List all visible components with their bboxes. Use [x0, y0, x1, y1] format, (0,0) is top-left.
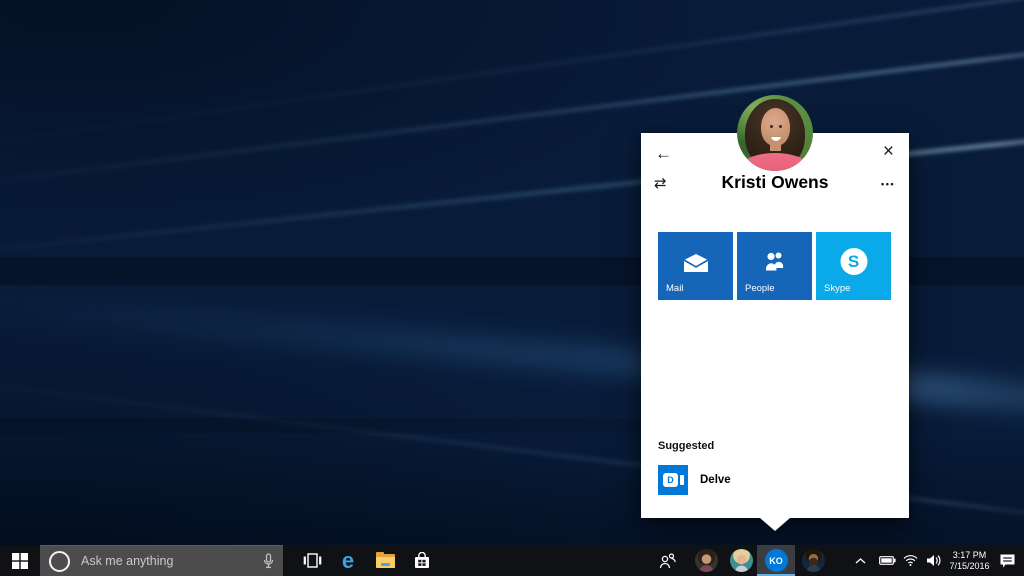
light-beam — [0, 0, 1024, 153]
suggested-header: Suggested — [658, 440, 714, 452]
my-people-flyout: ← × Kristi Owens ⇄ ••• Mail People S Sky… — [641, 133, 909, 518]
time: 3:17 PM — [953, 550, 987, 561]
tile-label: People — [745, 283, 775, 294]
wifi-icon — [903, 555, 918, 566]
file-explorer-icon — [376, 554, 395, 568]
suggested-app-row[interactable]: D Delve — [658, 465, 731, 495]
people-silhouettes-icon — [763, 250, 787, 274]
contact-avatar — [695, 549, 718, 572]
pinned-contact-2[interactable] — [725, 545, 757, 576]
people-tile[interactable]: People — [737, 232, 812, 300]
contact-photo — [737, 95, 813, 171]
task-view-icon — [303, 553, 322, 568]
taskbar: e KO — [0, 545, 1024, 576]
action-center-icon — [999, 553, 1016, 569]
windows-logo-icon — [12, 553, 28, 569]
people-bar-icon — [658, 552, 678, 570]
microphone-icon[interactable] — [263, 553, 274, 569]
delve-icon-accent — [680, 475, 684, 485]
avatar-eye — [770, 125, 773, 128]
action-center-button[interactable] — [992, 545, 1022, 576]
start-button[interactable] — [0, 545, 40, 576]
contact-initials: KO — [769, 556, 783, 566]
delve-icon: D — [658, 465, 688, 495]
folder-slot — [381, 563, 390, 566]
delve-letter: D — [663, 473, 678, 487]
show-hidden-icons-button[interactable] — [848, 545, 872, 576]
flyout-pointer — [760, 518, 790, 531]
contact-initials-badge: KO — [765, 549, 788, 572]
store-button[interactable] — [404, 545, 440, 576]
my-people-button[interactable] — [650, 545, 686, 576]
avatar-eye — [779, 125, 782, 128]
pinned-contact-kristi-owens-active[interactable]: KO — [757, 545, 795, 576]
task-view-button[interactable] — [294, 545, 330, 576]
mail-tile[interactable]: Mail — [658, 232, 733, 300]
mail-envelope-icon — [683, 253, 709, 273]
network-tray-button[interactable] — [898, 545, 922, 576]
cortana-icon — [49, 551, 70, 572]
app-tiles: Mail People S Skype — [658, 232, 891, 300]
contact-name: Kristi Owens — [641, 172, 909, 193]
chevron-up-icon — [855, 558, 866, 564]
pinned-contact-3[interactable] — [797, 545, 829, 576]
tile-label: Skype — [824, 283, 850, 294]
contact-avatar — [730, 549, 753, 572]
volume-tray-button[interactable] — [920, 545, 947, 576]
store-bag-icon — [413, 552, 431, 569]
switch-contact-icon[interactable]: ⇄ — [654, 176, 667, 191]
skype-icon: S — [840, 248, 867, 275]
date: 7/15/2016 — [949, 561, 989, 572]
more-options-icon[interactable]: ••• — [881, 180, 895, 189]
edge-icon: e — [342, 548, 354, 574]
skype-tile[interactable]: S Skype — [816, 232, 891, 300]
contact-avatar — [802, 549, 825, 572]
clock[interactable]: 3:17 PM 7/15/2016 — [947, 545, 992, 576]
skype-letter: S — [848, 252, 859, 272]
file-explorer-button[interactable] — [366, 545, 404, 576]
battery-icon — [879, 556, 896, 565]
close-icon[interactable]: × — [883, 142, 894, 161]
speaker-icon — [926, 554, 942, 567]
pinned-contact-1[interactable] — [690, 545, 722, 576]
search-input[interactable] — [79, 553, 263, 569]
cortana-search-box[interactable] — [40, 545, 283, 576]
battery-tray-button[interactable] — [874, 545, 900, 576]
back-icon[interactable]: ← — [655, 145, 672, 162]
suggested-app-label: Delve — [700, 474, 731, 486]
tile-label: Mail — [666, 283, 683, 294]
edge-browser-button[interactable]: e — [330, 545, 366, 576]
avatar-neck — [770, 141, 781, 151]
